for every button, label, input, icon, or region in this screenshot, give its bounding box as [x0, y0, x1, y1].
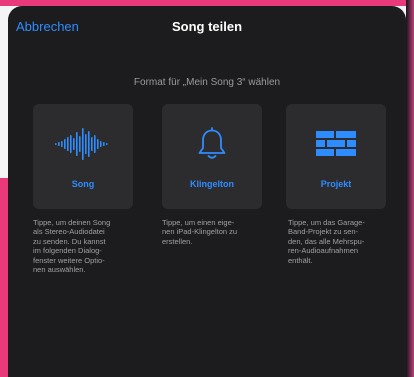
bell-icon	[162, 124, 262, 164]
format-prompt: Format für „Mein Song 3“ wählen	[133, 77, 281, 88]
ringtone-option-description: Tippe, um einen eige- nen iPad-Klingelto…	[162, 218, 238, 246]
share-song-sheet: Abbrechen Song teilen Format für „Mein S…	[8, 6, 406, 377]
sheet-title: Song teilen	[171, 19, 243, 34]
project-option-label: Projekt	[320, 179, 352, 189]
project-option-card[interactable]: Projekt	[286, 104, 386, 209]
song-option-label: Song	[71, 179, 95, 189]
ringtone-option-label: Klingelton	[190, 179, 234, 189]
ringtone-option-card[interactable]: Klingelton	[162, 104, 262, 209]
backdrop-stripe	[0, 178, 8, 377]
right-edge	[406, 0, 414, 377]
song-option-description: Tippe, um deinen Song als Stereo-Audioda…	[33, 218, 111, 275]
song-option-card[interactable]: Song	[33, 104, 133, 209]
navigation-bar: Abbrechen Song teilen	[8, 6, 406, 46]
project-option-description: Tippe, um das Garage- Band-Projekt zu se…	[288, 218, 365, 265]
waveform-icon	[33, 124, 133, 164]
bricks-icon	[286, 124, 386, 164]
